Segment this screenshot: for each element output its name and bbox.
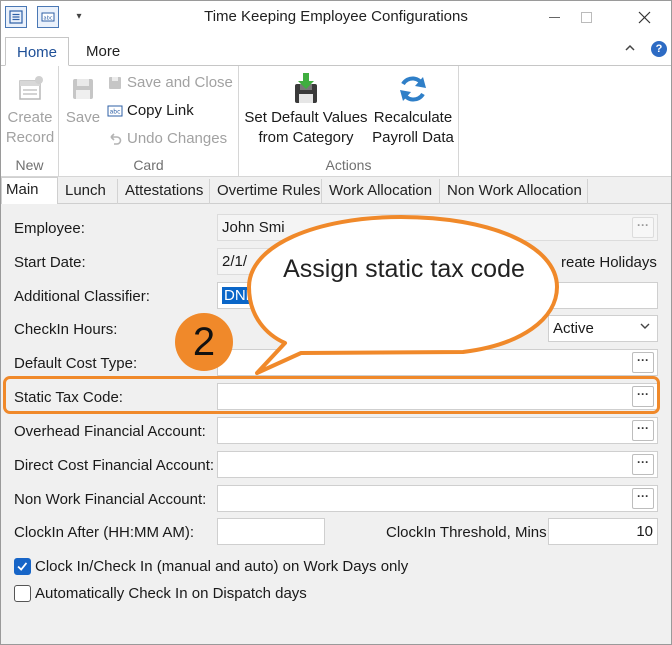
- callout-text: Assign static tax code: [283, 255, 525, 283]
- checkin-status-combo[interactable]: Active: [548, 315, 658, 342]
- close-icon: [638, 11, 650, 23]
- step-number-badge: 2: [175, 313, 233, 371]
- ribbon: Create Record New Save Save and Close ab…: [1, 65, 671, 177]
- form-view-icon[interactable]: [5, 6, 27, 28]
- additional-classifier-label: Additional Classifier:: [14, 288, 150, 305]
- additional-classifier-field[interactable]: DND: [217, 282, 658, 309]
- create-record-icon: [19, 76, 43, 100]
- svg-text:abc: abc: [110, 109, 121, 116]
- tab-work-allocation[interactable]: Work Allocation: [322, 179, 440, 204]
- checkin-hours-label: CheckIn Hours:: [14, 321, 118, 338]
- refresh-icon: [400, 76, 426, 102]
- recalculate-payroll-label: Recalculate Payroll Data: [372, 109, 454, 146]
- save-and-close-button[interactable]: Save and Close: [107, 72, 233, 94]
- maximize-icon: [580, 11, 592, 23]
- non-work-account-lookup-button[interactable]: ···: [632, 488, 654, 509]
- ribbon-group-new: Create Record New: [1, 66, 59, 177]
- content-tab-strip: Main Lunch Attestations Overtime Rules W…: [1, 177, 671, 205]
- close-button[interactable]: [621, 1, 667, 33]
- employee-field[interactable]: John Smi: [217, 214, 658, 241]
- create-holidays-label: reate Holidays: [561, 254, 657, 271]
- text-field-icon[interactable]: abc: [37, 6, 59, 28]
- default-cost-type-label: Default Cost Type:: [14, 355, 138, 372]
- copy-link-icon: abc: [107, 105, 123, 117]
- recalculate-payroll-button[interactable]: Recalculate Payroll Data: [369, 72, 457, 148]
- tab-non-work-allocation[interactable]: Non Work Allocation: [440, 179, 588, 204]
- auto-check-in-dispatch-checkbox[interactable]: [14, 585, 31, 602]
- ribbon-tab-more[interactable]: More: [75, 37, 131, 66]
- maximize-button[interactable]: [563, 1, 609, 33]
- default-cost-type-lookup-button[interactable]: ···: [632, 352, 654, 373]
- auto-check-in-dispatch-label: Automatically Check In on Dispatch days: [35, 585, 307, 602]
- direct-cost-financial-account-field[interactable]: [217, 451, 658, 478]
- clockin-threshold-field[interactable]: 10: [548, 518, 658, 545]
- save-icon: [73, 79, 93, 99]
- tab-lunch[interactable]: Lunch: [58, 179, 118, 204]
- ribbon-tab-strip: Home More ?: [1, 33, 671, 66]
- copy-link-label: Copy Link: [127, 102, 194, 119]
- quick-access-dropdown-icon[interactable]: ▾: [73, 7, 85, 27]
- ribbon-group-actions: Set Default Values from Category Recalcu…: [239, 66, 459, 177]
- clock-in-work-days-checkbox[interactable]: [14, 558, 31, 575]
- start-date-label: Start Date:: [14, 254, 86, 271]
- new-group-label: New: [15, 157, 44, 173]
- non-work-financial-account-label: Non Work Financial Account:: [14, 491, 207, 508]
- clockin-after-label: ClockIn After (HH:MM AM):: [14, 524, 195, 541]
- overhead-financial-account-label: Overhead Financial Account:: [14, 423, 206, 440]
- create-record-label: Create Record: [5, 109, 55, 146]
- classifier-selected-text: DND: [222, 287, 259, 304]
- download-defaults-icon: [295, 73, 317, 103]
- tab-overtime-rules[interactable]: Overtime Rules: [210, 179, 322, 204]
- chevron-down-icon: [640, 323, 650, 329]
- direct-cost-account-lookup-button[interactable]: ···: [632, 454, 654, 475]
- copy-link-button[interactable]: abc Copy Link: [107, 100, 194, 122]
- undo-changes-label: Undo Changes: [127, 130, 228, 147]
- ribbon-group-card: Save Save and Close abc Copy Link Undo C…: [59, 66, 239, 177]
- direct-cost-financial-account-label: Direct Cost Financial Account:: [14, 457, 215, 474]
- save-label: Save: [65, 109, 101, 126]
- overhead-account-lookup-button[interactable]: ···: [632, 420, 654, 441]
- set-default-values-label: Set Default Values from Category: [244, 109, 368, 146]
- svg-text:abc: abc: [44, 16, 53, 22]
- checkin-status-value: Active: [553, 320, 594, 337]
- save-and-close-label: Save and Close: [127, 74, 233, 91]
- non-work-financial-account-field[interactable]: [217, 485, 658, 512]
- create-record-button[interactable]: Create Record: [4, 72, 56, 148]
- clock-in-work-days-label: Clock In/Check In (manual and auto) on W…: [35, 558, 409, 575]
- employee-label: Employee:: [14, 220, 85, 237]
- minimize-icon: [548, 16, 560, 18]
- static-tax-code-highlight: [3, 376, 660, 414]
- card-group-label: Card: [133, 157, 164, 173]
- save-close-icon: [109, 77, 121, 89]
- help-icon[interactable]: ?: [651, 41, 667, 57]
- undo-changes-button[interactable]: Undo Changes: [107, 128, 227, 150]
- app-window: abc ▾ Time Keeping Employee Configuratio…: [0, 0, 672, 645]
- overhead-financial-account-field[interactable]: [217, 417, 658, 444]
- employee-lookup-button[interactable]: ···: [632, 217, 654, 238]
- collapse-ribbon-icon[interactable]: [623, 41, 637, 55]
- set-default-values-button[interactable]: Set Default Values from Category: [243, 72, 369, 148]
- checkmark-icon: [17, 562, 28, 571]
- clockin-after-field[interactable]: [217, 518, 325, 545]
- title-bar: abc ▾ Time Keeping Employee Configuratio…: [1, 1, 671, 33]
- actions-group-label: Actions: [325, 157, 372, 173]
- save-button[interactable]: Save: [63, 72, 103, 128]
- tab-attestations[interactable]: Attestations: [118, 179, 210, 204]
- default-cost-type-field[interactable]: [217, 349, 658, 376]
- undo-icon: [110, 133, 122, 145]
- tab-main[interactable]: Main: [1, 177, 58, 205]
- clockin-threshold-label: ClockIn Threshold, Mins:: [386, 524, 551, 541]
- ribbon-tab-home[interactable]: Home: [5, 37, 70, 66]
